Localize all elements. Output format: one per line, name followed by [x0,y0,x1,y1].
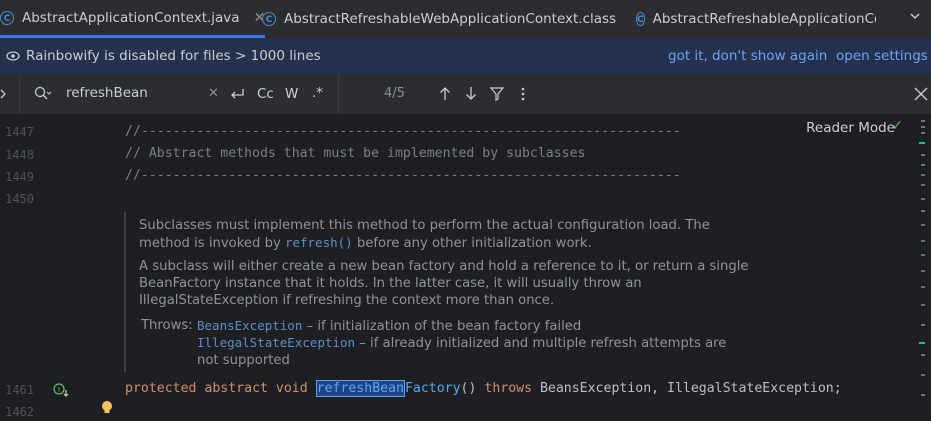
throws-entry: BeansException – if initialization of th… [197,317,742,335]
more-options-icon[interactable] [521,87,525,101]
line-number: 1450 [5,192,34,206]
illegal-state-exception-link[interactable]: IllegalStateException [197,335,355,350]
search-marker [919,342,925,344]
line-number: 1447 [5,125,34,139]
method-signature: protected abstract void refreshBeanFacto… [125,380,842,397]
regex-toggle[interactable]: .* [312,85,323,101]
filter-icon[interactable] [490,87,504,101]
divider [338,74,339,114]
beans-exception-link[interactable]: BeansException [197,318,302,333]
stripe-marker [921,154,925,156]
chevron-right-icon[interactable] [0,88,8,100]
code-comment-line: //--------------------------------------… [125,124,681,139]
stripe-marker [921,224,925,226]
svg-text:I: I [58,386,60,394]
stripe-marker [921,126,925,128]
throws-label: Throws: [141,318,193,333]
code-comment-line: // Abstract methods that must be impleme… [125,146,586,161]
stripe-marker [921,210,925,212]
class-icon: C [0,10,14,25]
throws-entry: IllegalStateException – if already initi… [197,334,742,369]
code-editor[interactable]: 1447 1448 1449 1450 1461 1462 //--------… [0,114,931,421]
rendered-javadoc[interactable]: Subclasses must implement this method to… [124,212,766,372]
exceptions: BeansException, IllegalStateException; [539,381,842,396]
open-settings-link[interactable]: open settings [836,48,928,64]
notification-banner: Rainbowify is disabled for files > 1000 … [0,38,931,74]
keyword: protected [125,381,197,396]
keyword: throws [484,381,533,396]
class-icon: C [636,12,645,26]
doc-paragraph: Subclasses must implement this method to… [139,217,754,252]
line-number: 1449 [5,170,34,184]
line-number: 1448 [5,148,34,162]
implementations-icon[interactable]: I [53,382,69,398]
arrow-down-icon[interactable] [465,86,477,101]
stripe-marker [921,198,925,200]
match-case-toggle[interactable]: Cc [257,86,274,102]
search-match-highlight[interactable]: refreshBean [315,380,405,397]
doc-paragraph: A subclass will either create a new bean… [139,259,749,308]
doc-text: before any other initialization work. [352,236,592,251]
lightbulb-icon[interactable] [101,400,113,416]
tab-abstract-refreshable-application-context[interactable]: C AbstractRefreshableApplicationCon [636,0,876,38]
class-icon: C [262,12,276,26]
match-count: 4/5 [384,86,405,101]
stripe-marker [921,254,925,256]
stripe-marker [921,164,925,166]
tab-abstract-refreshable-web-application-context[interactable]: C AbstractRefreshableWebApplicationConte… [262,0,616,38]
tab-label: AbstractRefreshableApplicationCon [652,11,876,27]
divider [19,74,20,114]
stripe-marker [921,286,925,288]
stripe-marker [921,374,925,376]
stripe-marker [921,132,925,134]
stripe-marker [921,240,925,242]
tab-abstract-application-context[interactable]: C AbstractApplicationContext.java ✕ [0,0,266,38]
params: () [460,381,477,396]
stripe-marker [921,354,925,356]
new-line-icon[interactable] [229,87,245,101]
stripe-marker [921,304,925,306]
tab-label: AbstractApplicationContext.java [22,9,240,26]
method-name: Factory [404,381,461,396]
tab-label: AbstractRefreshableWebApplicationContext… [284,11,617,27]
stripe-marker [921,174,925,176]
find-bar: refreshBean ✕ Cc W .* 4/5 [0,74,931,115]
doc-text: – if initialization of the bean factory … [302,319,582,334]
code-comment-line: //--------------------------------------… [125,168,681,183]
whole-word-toggle[interactable]: W [285,86,298,102]
clear-search-icon[interactable]: ✕ [208,86,219,101]
refresh-link[interactable]: refresh() [285,235,353,250]
eye-icon [6,51,20,61]
inspection-ok-icon[interactable]: ✓ [891,118,903,134]
keyword: void [275,381,308,396]
arrow-up-icon[interactable] [439,86,451,101]
search-marker [919,142,925,144]
notification-message: Rainbowify is disabled for files > 1000 … [26,48,321,64]
search-input[interactable]: refreshBean [66,85,148,101]
line-number: 1461 [5,383,34,397]
stripe-marker [921,324,925,326]
error-stripe[interactable] [915,114,931,421]
stripe-marker [921,394,925,396]
stripe-marker [921,270,925,272]
close-search-icon[interactable] [914,87,928,101]
line-number: 1462 [5,405,34,419]
keyword: abstract [204,381,268,396]
stripe-marker [921,184,925,186]
search-icon[interactable] [34,86,52,102]
stripe-marker [921,120,925,122]
dismiss-link[interactable]: got it, don't show again [668,48,827,64]
chevron-down-icon[interactable] [909,10,921,22]
reader-mode-toggle[interactable]: Reader Mode [806,120,895,136]
editor-tab-bar: C AbstractApplicationContext.java ✕ C Ab… [0,0,931,39]
